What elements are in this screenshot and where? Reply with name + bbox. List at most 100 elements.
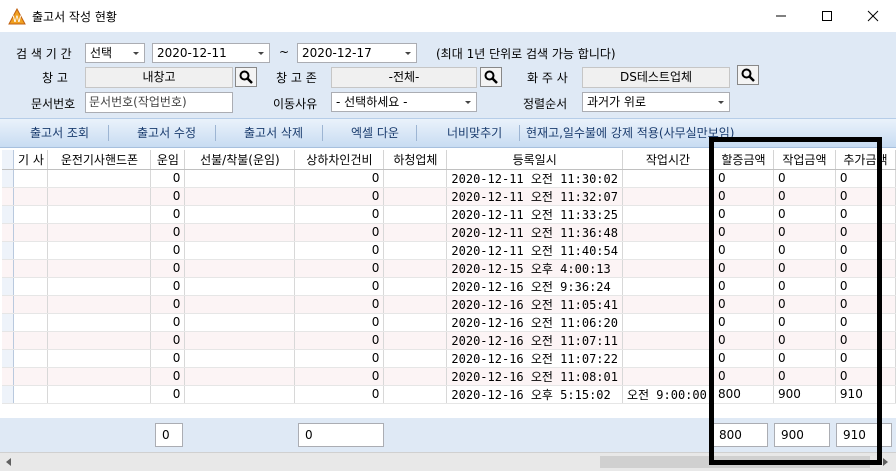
column-header[interactable]: 운전기사핸드폰 (47, 150, 152, 170)
table-cell[interactable]: 0 (150, 385, 186, 404)
table-cell[interactable] (184, 205, 296, 224)
table-row[interactable]: 0 0 2020-12-16 오전 11:05:41 0 0 0 (2, 295, 896, 314)
table-row[interactable]: 0 0 2020-12-16 오전 11:07:22 0 0 0 (2, 349, 896, 368)
table-row[interactable]: 0 0 2020-12-11 오전 11:36:48 0 0 0 (2, 223, 896, 242)
table-cell[interactable]: 0 (773, 331, 836, 350)
table-cell[interactable]: 0 (713, 277, 774, 296)
table-cell[interactable]: 800 (713, 385, 774, 404)
column-header[interactable]: 할증금액 (713, 150, 774, 170)
column-header[interactable]: 상하차인건비 (294, 150, 385, 170)
table-cell[interactable] (622, 313, 714, 332)
table-cell[interactable] (47, 331, 152, 350)
table-cell[interactable]: 0 (773, 277, 836, 296)
table-cell[interactable]: 0 (294, 169, 385, 188)
edit-button[interactable]: 출고서 수정 (137, 124, 196, 141)
table-cell[interactable]: 0 (773, 169, 836, 188)
table-cell[interactable] (47, 385, 152, 404)
table-cell[interactable] (383, 187, 448, 206)
table-cell[interactable] (13, 241, 49, 260)
table-cell[interactable]: 0 (713, 313, 774, 332)
table-cell[interactable]: 0 (294, 385, 385, 404)
table-cell[interactable]: 0 (294, 295, 385, 314)
table-cell[interactable] (622, 331, 714, 350)
delete-button[interactable]: 출고서 삭제 (244, 124, 303, 141)
table-cell[interactable]: 0 (150, 331, 186, 350)
table-cell[interactable]: 0 (713, 349, 774, 368)
table-cell[interactable]: 0 (713, 223, 774, 242)
table-cell[interactable]: 0 (150, 169, 186, 188)
table-cell[interactable]: 0 (835, 277, 896, 296)
table-cell[interactable] (47, 223, 152, 242)
table-cell[interactable]: 2020-12-16 오전 11:05:41 (446, 295, 623, 314)
table-cell[interactable]: 0 (713, 205, 774, 224)
table-cell[interactable]: 0 (773, 349, 836, 368)
table-cell[interactable]: 0 (150, 313, 186, 332)
zone-search-button[interactable] (480, 67, 502, 87)
table-cell[interactable] (184, 331, 296, 350)
date-from-picker[interactable]: 2020-12-11 (152, 43, 270, 63)
table-cell[interactable]: 0 (835, 349, 896, 368)
row-indicator[interactable] (2, 385, 15, 404)
force-apply-button[interactable]: 현재고,일수불에 강제 적용(사무실만보임) (526, 124, 735, 141)
table-cell[interactable]: 0 (835, 205, 896, 224)
table-cell[interactable]: 0 (835, 259, 896, 278)
table-cell[interactable] (47, 367, 152, 386)
table-cell[interactable] (622, 295, 714, 314)
column-header[interactable]: 추가금액 (835, 150, 896, 170)
table-cell[interactable] (622, 223, 714, 242)
table-cell[interactable]: 0 (294, 223, 385, 242)
column-header[interactable]: 작업시간 (622, 150, 714, 170)
table-cell[interactable]: 2020-12-11 오전 11:36:48 (446, 223, 623, 242)
scroll-left-icon[interactable] (2, 455, 16, 469)
table-row[interactable]: 0 0 2020-12-11 오전 11:40:54 0 0 0 (2, 241, 896, 260)
table-cell[interactable] (184, 367, 296, 386)
table-cell[interactable] (13, 169, 49, 188)
table-cell[interactable]: 0 (835, 295, 896, 314)
table-row[interactable]: 0 0 2020-12-16 오전 11:06:20 0 0 0 (2, 313, 896, 332)
table-cell[interactable]: 0 (773, 241, 836, 260)
table-cell[interactable]: 2020-12-11 오전 11:32:07 (446, 187, 623, 206)
table-cell[interactable] (383, 169, 448, 188)
table-cell[interactable]: 0 (835, 223, 896, 242)
table-cell[interactable] (383, 205, 448, 224)
table-cell[interactable] (47, 169, 152, 188)
table-cell[interactable] (184, 385, 296, 404)
table-cell[interactable] (383, 349, 448, 368)
table-cell[interactable]: 0 (835, 331, 896, 350)
table-cell[interactable]: 0 (713, 367, 774, 386)
table-cell[interactable] (47, 349, 152, 368)
table-cell[interactable]: 0 (835, 169, 896, 188)
table-cell[interactable]: 0 (150, 277, 186, 296)
period-select[interactable]: 선택 (85, 43, 145, 63)
table-cell[interactable] (47, 277, 152, 296)
table-row[interactable]: 0 0 2020-12-11 오전 11:32:07 0 0 0 (2, 187, 896, 206)
table-cell[interactable]: 0 (294, 367, 385, 386)
table-cell[interactable]: 0 (773, 295, 836, 314)
table-cell[interactable]: 2020-12-11 오전 11:30:02 (446, 169, 623, 188)
warehouse-search-button[interactable] (235, 67, 257, 87)
table-cell[interactable] (13, 277, 49, 296)
table-cell[interactable]: 2020-12-11 오전 11:33:25 (446, 205, 623, 224)
table-cell[interactable]: 2020-12-16 오전 11:07:11 (446, 331, 623, 350)
table-row[interactable]: 0 0 2020-12-16 오전 11:07:11 0 0 0 (2, 331, 896, 350)
table-cell[interactable] (383, 277, 448, 296)
table-cell[interactable]: 0 (713, 295, 774, 314)
table-cell[interactable] (383, 313, 448, 332)
table-cell[interactable]: 0 (294, 277, 385, 296)
table-cell[interactable] (622, 169, 714, 188)
table-cell[interactable]: 0 (294, 259, 385, 278)
table-row[interactable]: 0 0 2020-12-16 오전 9:36:24 0 0 0 (2, 277, 896, 296)
table-cell[interactable] (13, 385, 49, 404)
table-cell[interactable] (13, 259, 49, 278)
row-indicator[interactable] (2, 367, 15, 386)
table-cell[interactable] (47, 187, 152, 206)
horizontal-scrollbar[interactable] (0, 452, 896, 471)
table-cell[interactable] (383, 367, 448, 386)
table-cell[interactable] (184, 223, 296, 242)
row-indicator[interactable] (2, 187, 15, 206)
table-cell[interactable]: 0 (294, 349, 385, 368)
table-cell[interactable]: 0 (773, 223, 836, 242)
table-cell[interactable] (622, 349, 714, 368)
row-indicator[interactable] (2, 331, 15, 350)
table-cell[interactable] (622, 241, 714, 260)
